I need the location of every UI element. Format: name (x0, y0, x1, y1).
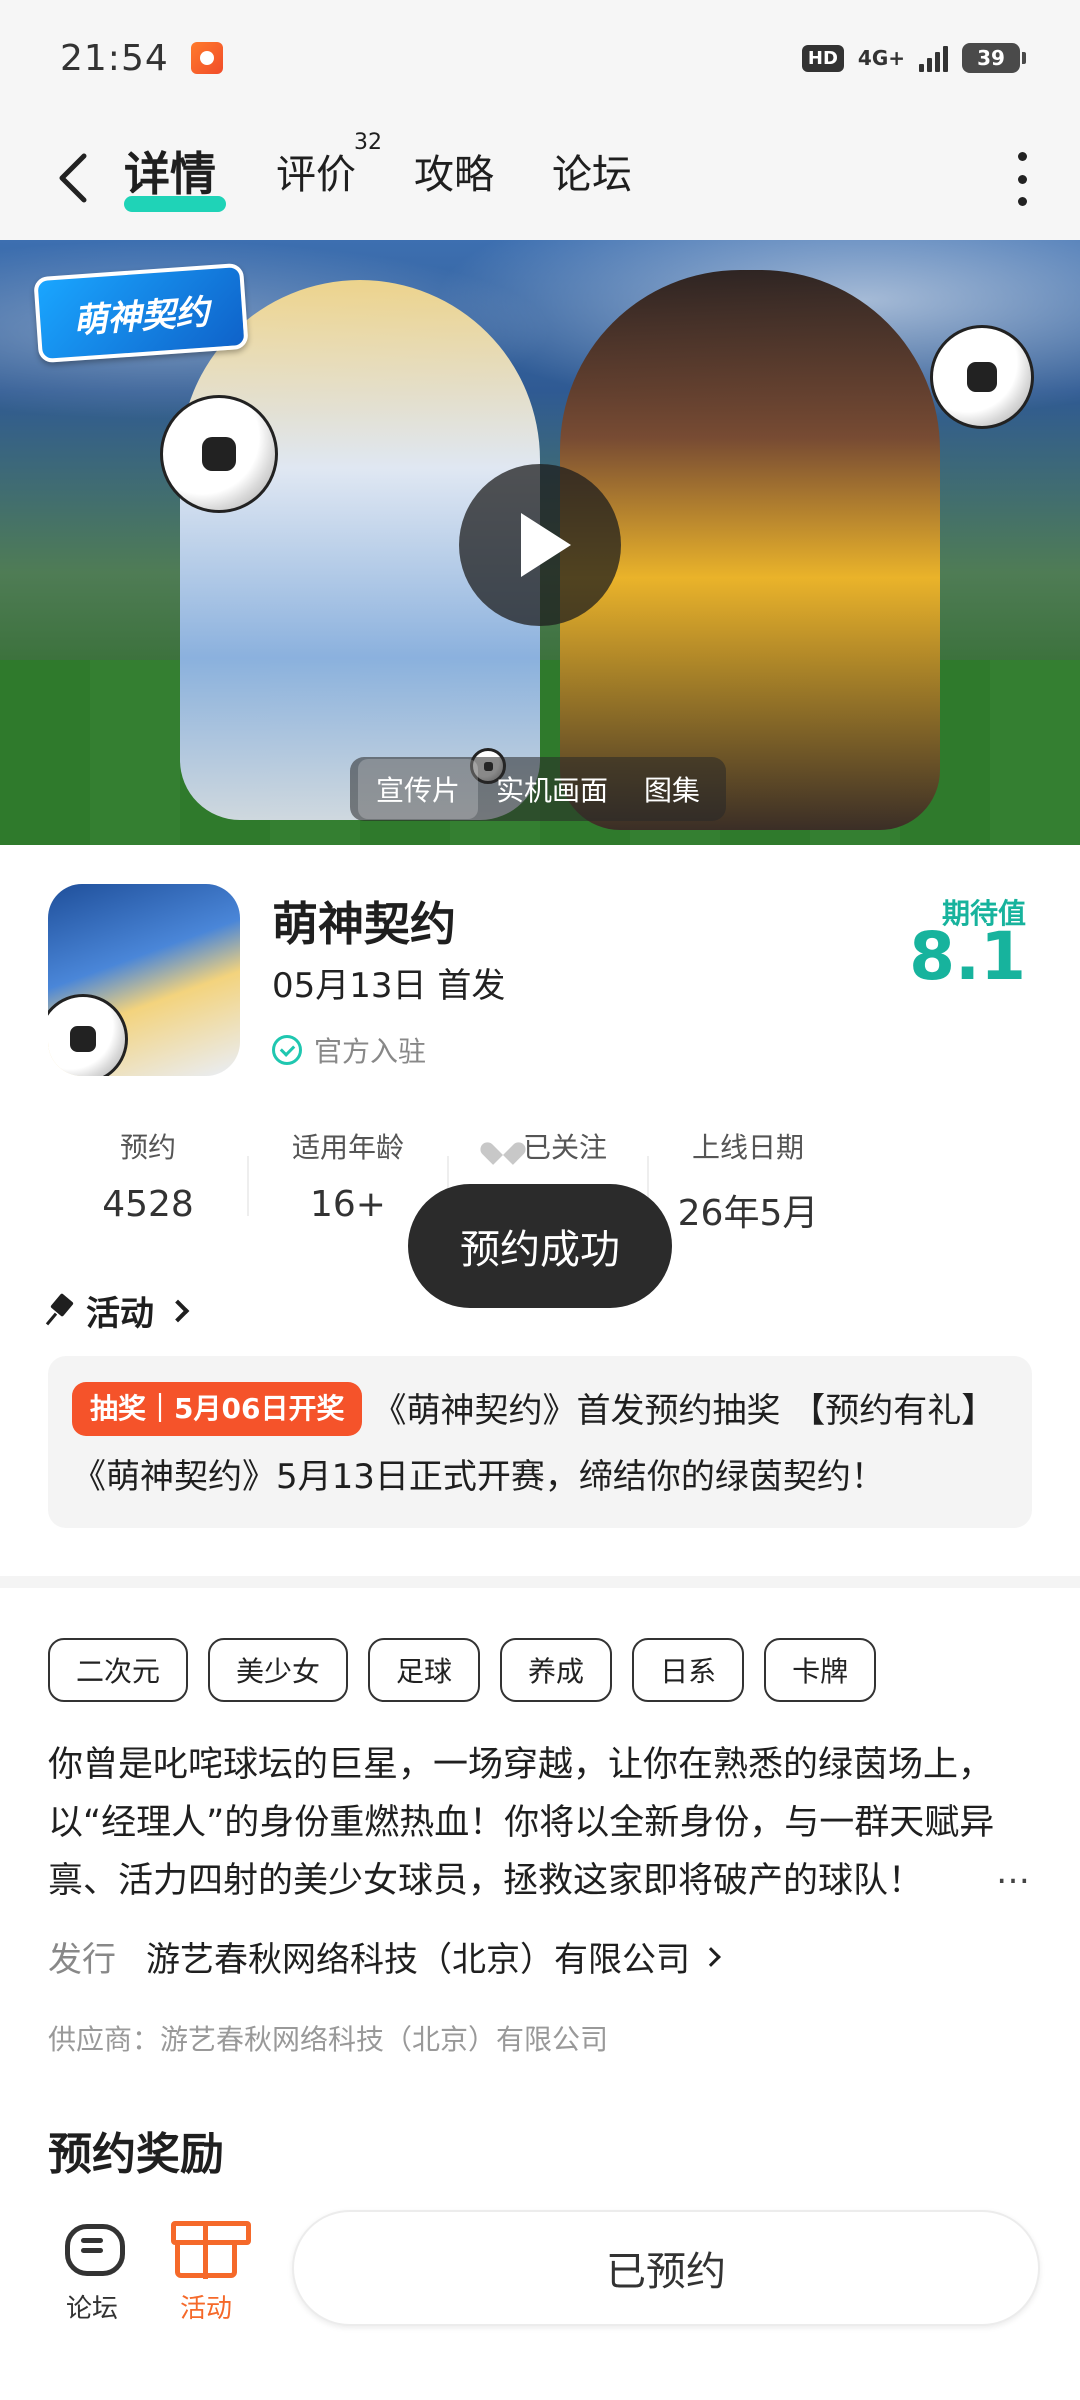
game-title: 萌神契约 (272, 897, 456, 951)
tab-forum[interactable]: 论坛 (552, 142, 632, 200)
tag-item[interactable]: 养成 (500, 1638, 613, 1702)
expectation-score: 8.1 (909, 918, 1026, 995)
bottom-activity-button[interactable]: 活动 (156, 2220, 256, 2325)
activity-header[interactable]: 活动 (48, 1286, 190, 1335)
lottery-badge: 抽奖｜5月06日开奖 (72, 1382, 363, 1436)
back-icon[interactable] (52, 150, 96, 206)
chevron-right-icon (166, 1299, 190, 1322)
supplier-info: 供应商：游艺春秋网络科技（北京）有限公司 (48, 2023, 609, 2056)
reservation-rewards-title: 预约奖励 (48, 2129, 224, 2180)
stat-label: 适用年龄 (291, 1131, 404, 1164)
status-time: 21:54 (60, 37, 169, 79)
chevron-right-icon (701, 1946, 721, 1967)
hd-icon: HD (801, 44, 844, 72)
publisher-row[interactable]: 发行 游艺春秋网络科技（北京）有限公司 (48, 1932, 721, 1981)
media-tab-gallery[interactable]: 图集 (626, 759, 718, 819)
status-indicators: HD 4G+ 39 (801, 43, 1026, 73)
battery-icon: 39 (962, 43, 1026, 73)
tag-list: 二次元 美少女 足球 养成 日系 卡牌 (48, 1638, 877, 1702)
gift-icon (171, 2221, 251, 2279)
tag-item[interactable]: 卡牌 (764, 1638, 877, 1702)
tag-item[interactable]: 日系 (632, 1638, 745, 1702)
soccer-ball-icon (930, 325, 1034, 429)
release-date: 05月13日 首发 (272, 966, 506, 1006)
tab-guides[interactable]: 攻略 (414, 142, 494, 200)
notification-app-icon (190, 42, 223, 74)
soccer-ball-icon (48, 994, 128, 1076)
stat-launch-date: 上线日期 26年5月 (648, 1126, 848, 1236)
media-banner[interactable]: 萌神契约 宣传片 实机画面 图集 (0, 240, 1080, 845)
tab-details[interactable]: 详情 (124, 138, 216, 204)
tab-reviews[interactable]: 评价 (276, 142, 356, 200)
status-bar: 21:54 HD 4G+ 39 (0, 0, 1080, 116)
tag-item[interactable]: 美少女 (208, 1638, 349, 1702)
reservation-success-toast: 预约成功 (408, 1184, 672, 1308)
publisher-label: 发行 (48, 1940, 116, 1980)
reviews-count-badge: 32 (354, 130, 382, 155)
official-badge: 官方入驻 (272, 1030, 426, 1070)
activity-heading: 活动 (86, 1294, 154, 1334)
publisher-name: 游艺春秋网络科技（北京）有限公司 (146, 1940, 690, 1980)
stat-reservations: 预约 4528 (48, 1126, 249, 1236)
official-label: 官方入驻 (314, 1035, 427, 1068)
game-logo: 萌神契约 (33, 262, 249, 364)
media-tabs: 宣传片 实机画面 图集 (350, 757, 727, 821)
soccer-ball-icon (160, 395, 278, 513)
game-description[interactable]: 你曾是叱咤球坛的巨星，一场穿越，让你在熟悉的绿茵场上，以“经理人”的身份重燃热血… (48, 1736, 1038, 1910)
tag-item[interactable]: 二次元 (48, 1638, 189, 1702)
activity-card[interactable]: 抽奖｜5月06日开奖 《萌神契约》首发预约抽奖 【预约有礼】《萌神契约》5月13日… (48, 1356, 1032, 1528)
followed-label: 已关注 (522, 1131, 607, 1164)
expand-description[interactable]: … (996, 1852, 1030, 1892)
reserved-button[interactable]: 已预约 (292, 2210, 1040, 2326)
play-video-button[interactable] (459, 464, 621, 626)
stat-label: 预约 (119, 1131, 176, 1164)
media-tab-trailer[interactable]: 宣传片 (358, 759, 479, 819)
tag-item[interactable]: 足球 (368, 1638, 481, 1702)
stat-label: 上线日期 (691, 1131, 804, 1164)
heart-icon (489, 1133, 517, 1159)
media-tab-gameplay[interactable]: 实机画面 (478, 759, 626, 819)
verified-check-icon (272, 1035, 302, 1065)
stat-value: 26年5月 (677, 1193, 819, 1234)
section-divider (0, 1576, 1080, 1588)
activity-label: 活动 (179, 2294, 232, 2324)
forum-chat-icon (61, 2220, 125, 2278)
network-type: 4G+ (857, 46, 905, 70)
game-app-icon (48, 884, 240, 1076)
forum-label: 论坛 (65, 2294, 118, 2324)
signal-icon (919, 44, 948, 72)
more-icon[interactable] (1016, 152, 1028, 206)
stat-value: 4528 (102, 1184, 194, 1225)
top-nav: 详情 评价 32 攻略 论坛 (0, 116, 1080, 240)
pin-icon (48, 1296, 74, 1326)
bottom-forum-button[interactable]: 论坛 (42, 2220, 142, 2325)
